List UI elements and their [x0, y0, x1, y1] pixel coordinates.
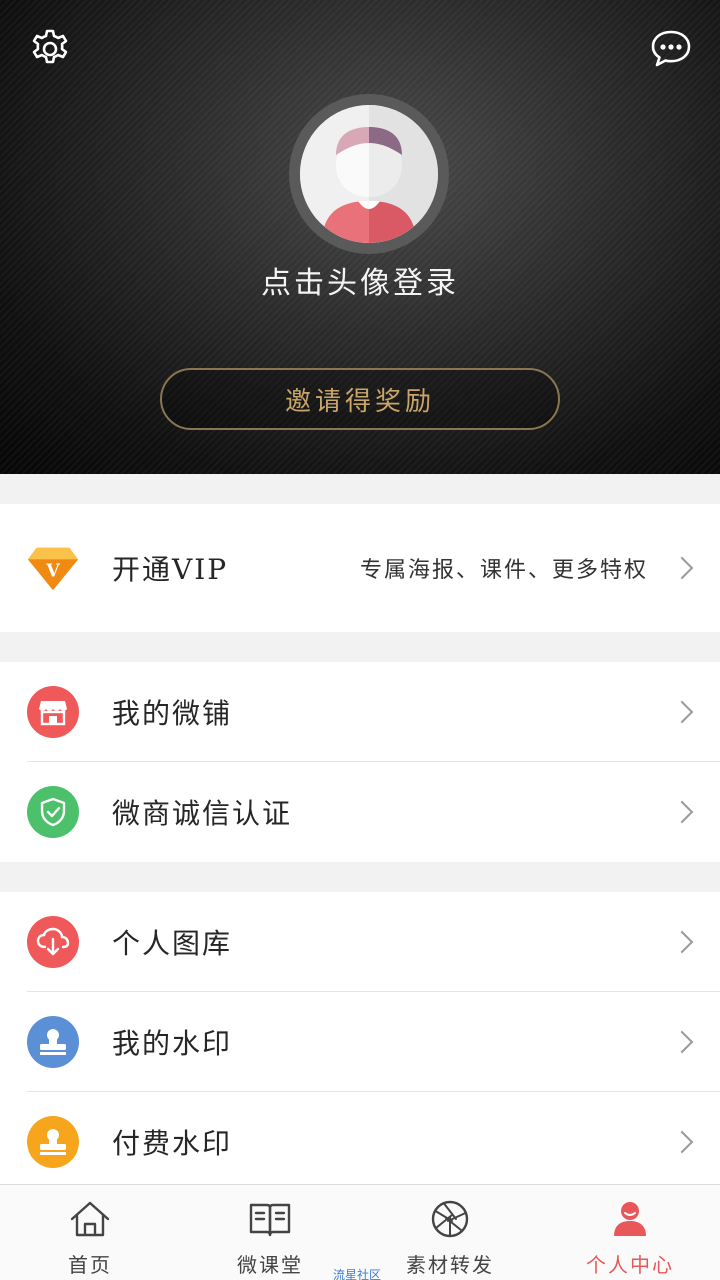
nav-personal-center[interactable]: 个人中心: [540, 1185, 720, 1280]
list-item-my-shop[interactable]: 我的微铺: [0, 662, 720, 762]
vip-label: 开通VIP: [112, 553, 229, 586]
nav-label: 微课堂: [237, 1253, 303, 1277]
avatar-button[interactable]: [289, 94, 449, 254]
shield-check-icon: [27, 786, 79, 838]
chevron-right-icon: [670, 700, 694, 724]
svg-text:V: V: [45, 562, 60, 582]
settings-button[interactable]: [26, 25, 74, 73]
list-item-paid-watermark[interactable]: 付费水印: [0, 1092, 720, 1184]
nav-label: 首页: [68, 1253, 112, 1277]
list-item-label: 付费水印: [112, 1127, 233, 1160]
vip-row[interactable]: V 开通VIP 专属海报、课件、更多特权: [0, 504, 720, 632]
book-icon: [248, 1199, 292, 1239]
list-item-label: 个人图库: [112, 927, 233, 960]
chevron-right-icon: [670, 930, 694, 954]
chevron-right-icon: [670, 800, 694, 824]
profile-header: 点击头像登录 邀请得奖励: [0, 0, 720, 474]
home-icon: [68, 1199, 112, 1239]
default-avatar-icon: [300, 105, 438, 243]
list-item-my-watermark[interactable]: 我的水印: [0, 992, 720, 1092]
list-item-label: 我的水印: [112, 1027, 233, 1060]
stamp-icon: [27, 1116, 79, 1168]
list-item-credit-certification[interactable]: 微商诚信认证: [0, 762, 720, 862]
avatar: [300, 105, 438, 243]
person-icon: [608, 1199, 652, 1239]
watermark-text: 流星社区: [333, 1268, 382, 1280]
gear-icon: [32, 29, 68, 64]
list-item-personal-gallery[interactable]: 个人图库: [0, 892, 720, 992]
list-item-label: 我的微铺: [112, 697, 233, 730]
aperture-icon: [428, 1199, 472, 1239]
invite-reward-button[interactable]: 邀请得奖励: [160, 368, 560, 430]
diamond-v-icon: V: [27, 542, 79, 594]
library-section: 个人图库 我的水印 付费水印: [0, 892, 720, 1184]
cloud-download-icon: [27, 916, 79, 968]
vip-section: V 开通VIP 专属海报、课件、更多特权: [0, 504, 720, 632]
shop-section: 我的微铺 微商诚信认证: [0, 662, 720, 862]
stamp-icon: [27, 1016, 79, 1068]
nav-label: 素材转发: [406, 1253, 494, 1277]
chevron-right-icon: [670, 1030, 694, 1054]
chat-bubble-icon: [651, 30, 691, 67]
store-icon: [27, 686, 79, 738]
chevron-right-icon: [670, 556, 694, 580]
vip-description: 专属海报、课件、更多特权: [359, 558, 648, 583]
list-item-label: 微商诚信认证: [112, 797, 293, 830]
login-hint[interactable]: 点击头像登录: [0, 258, 720, 302]
chevron-right-icon: [670, 1130, 694, 1154]
nav-home[interactable]: 首页: [0, 1185, 180, 1280]
nav-label: 个人中心: [586, 1253, 674, 1277]
nav-material-forward[interactable]: 素材转发: [360, 1185, 540, 1280]
message-button[interactable]: [647, 25, 695, 73]
